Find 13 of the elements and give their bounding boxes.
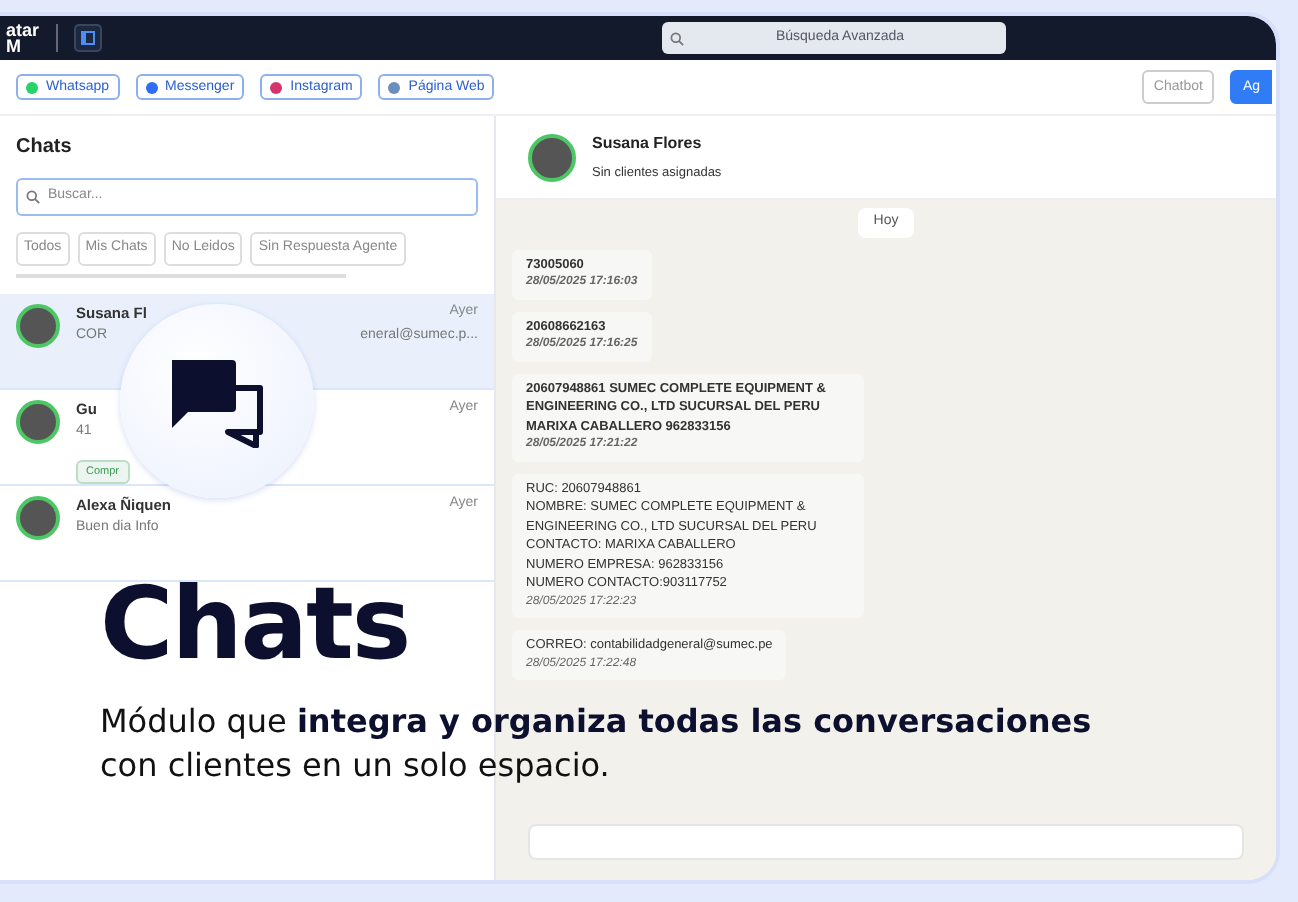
avatar-placeholder [16,303,60,347]
avatar-placeholder [16,399,60,443]
search-icon [26,190,40,204]
contact-avatar-placeholder [528,133,576,181]
avatar-placeholder [16,495,60,539]
message-input[interactable] [528,824,1244,860]
sidebar-title: Chats [16,134,74,162]
hero-description: Módulo que integra y organiza todas las conversaciones con clientes en un solo espacio. [100,700,1094,788]
sidebar-toggle-icon[interactable] [73,24,102,52]
contact-name: Susana Flores [592,131,704,156]
app-logo: atar M [4,22,40,54]
search-icon [669,31,684,45]
chat-bubbles-icon [167,355,267,447]
